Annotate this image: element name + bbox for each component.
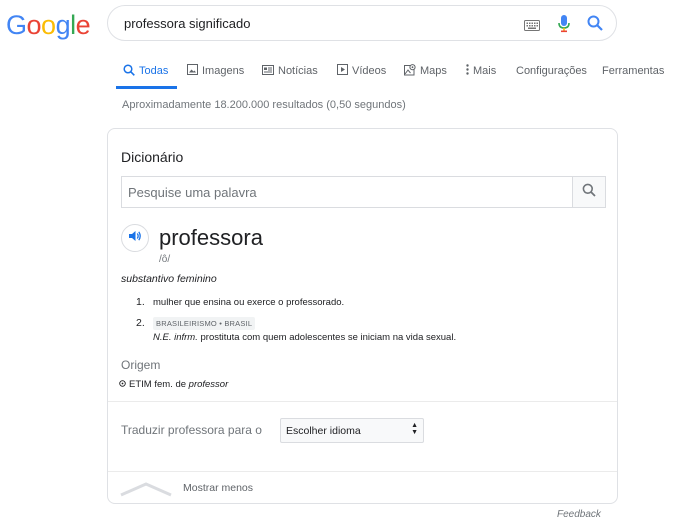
tab-label: Maps [420, 65, 447, 77]
show-less-button[interactable]: Mostrar menos [183, 482, 253, 494]
tab-all[interactable]: Todas [123, 60, 168, 82]
etymology-text: ETIM fem. de [129, 379, 189, 390]
dictionary-search-input[interactable] [122, 177, 572, 207]
part-of-speech: substantivo feminino [121, 273, 217, 285]
bullet-circle-icon [119, 379, 126, 390]
definition-list: 1. mulher que ensina ou exerce o profess… [135, 295, 456, 350]
definition-number: 2. [136, 317, 145, 329]
feedback-link[interactable]: Feedback [557, 509, 601, 520]
tab-videos[interactable]: Vídeos [337, 60, 386, 82]
definition-number: 1. [136, 296, 145, 308]
search-bar[interactable]: professora significado [107, 5, 617, 41]
pronunciation-button[interactable] [121, 224, 149, 252]
tab-label: Mais [473, 65, 497, 77]
tab-label: Vídeos [352, 65, 387, 77]
map-icon [404, 63, 416, 79]
news-icon [262, 64, 274, 78]
logo-letter: G [6, 10, 27, 40]
tab-label: Ferramentas [602, 65, 665, 77]
etymology-word: professor [188, 379, 229, 390]
search-input[interactable]: professora significado [124, 16, 250, 31]
tab-settings[interactable]: Configurações [516, 60, 587, 82]
chevron-up-icon[interactable] [120, 481, 172, 502]
tab-images[interactable]: Imagens [187, 60, 244, 82]
tab-label: Notícias [278, 65, 318, 77]
tab-label: Imagens [202, 65, 245, 77]
dictionary-title: Dicionário [121, 149, 184, 165]
translate-label: Traduzir professora para o [121, 423, 262, 437]
tab-news[interactable]: Notícias [262, 60, 318, 82]
tab-label: Configurações [516, 65, 587, 77]
logo-letter: g [55, 10, 71, 40]
speaker-icon [128, 229, 142, 247]
image-icon [187, 64, 198, 78]
search-icon[interactable] [587, 15, 603, 36]
origin-title: Origem [121, 358, 161, 372]
tab-tools[interactable]: Ferramentas [602, 60, 664, 82]
phonetic: /ô/ [159, 254, 171, 265]
definition-text: mulher que ensina ou exerce o professora… [153, 297, 345, 308]
etymology: ETIM fem. de professor [119, 379, 228, 390]
dictionary-search [121, 176, 606, 208]
definition-text: prostituta com quem adolescentes se inic… [197, 332, 457, 343]
video-icon [337, 64, 348, 78]
result-stats: Aproximadamente 18.200.000 resultados (0… [122, 99, 406, 111]
select-arrows-icon: ▲ ▼ [411, 422, 418, 436]
divider [108, 471, 617, 472]
definition-item: 2. BRASILEIRISMO • BRASIL N.E. infrm. pr… [135, 316, 456, 344]
definition-item: 1. mulher que ensina ou exerce o profess… [135, 295, 456, 310]
logo-letter: e [75, 10, 91, 40]
logo-letter: o [26, 10, 42, 40]
search-icon [123, 63, 135, 79]
logo-letter: o [41, 10, 56, 40]
google-logo[interactable]: Google [6, 10, 91, 41]
divider [108, 401, 617, 402]
microphone-icon[interactable] [558, 15, 570, 38]
tab-label: Todas [139, 65, 169, 77]
dictionary-search-button[interactable] [572, 177, 605, 207]
headword: professora [159, 225, 263, 250]
language-select[interactable]: Escolher idioma ▲ ▼ [280, 418, 424, 443]
region-badge: BRASILEIRISMO • BRASIL [153, 317, 256, 330]
active-tab-indicator [116, 86, 177, 89]
tab-more[interactable]: Mais [466, 60, 496, 82]
search-tabs: Todas Imagens Notícias Vídeos Maps Mais … [116, 60, 681, 89]
keyboard-icon[interactable] [524, 18, 540, 36]
dictionary-card: Dicionário professora /ô/ substantivo fe… [107, 128, 618, 504]
language-select-value: Escolher idioma [286, 425, 361, 437]
usage-label: N.E. infrm. [153, 332, 198, 343]
search-icon [582, 183, 596, 202]
more-vert-icon [466, 64, 469, 78]
tab-maps[interactable]: Maps [404, 60, 447, 82]
